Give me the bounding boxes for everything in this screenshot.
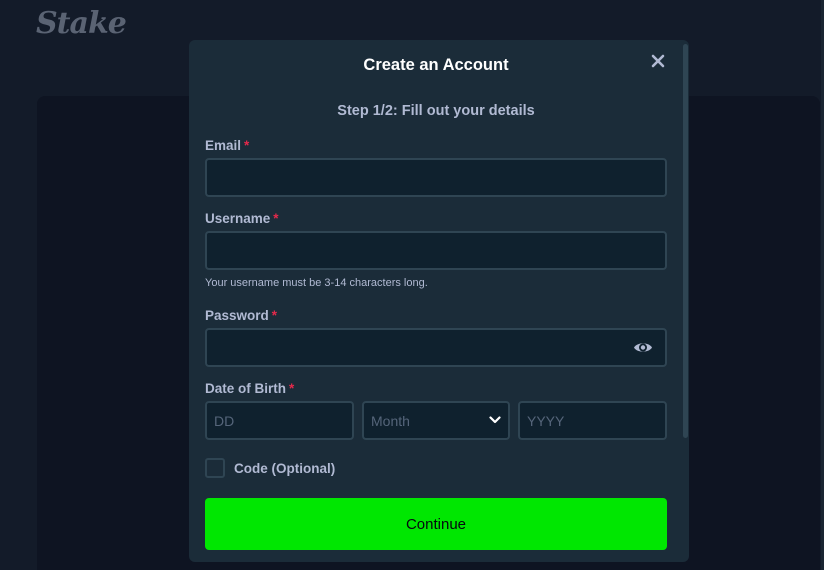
password-label-text: Password [205, 308, 269, 323]
toggle-password-visibility-button[interactable] [633, 340, 653, 355]
modal-title: Create an Account [363, 56, 509, 74]
eye-icon [634, 343, 652, 352]
required-mark: * [271, 308, 278, 323]
code-optional-row[interactable]: Code (Optional) [205, 458, 335, 478]
email-field-wrapper [205, 158, 667, 197]
dob-label: Date of Birth * [205, 381, 294, 396]
code-checkbox[interactable] [205, 458, 225, 478]
password-label: Password * [205, 308, 277, 323]
password-field-wrapper [205, 328, 667, 367]
dob-month-selected: Month [371, 413, 410, 429]
dob-month-select[interactable]: Month [362, 401, 510, 440]
username-input[interactable] [207, 233, 665, 268]
username-label: Username * [205, 211, 279, 226]
required-mark: * [289, 381, 295, 396]
code-label[interactable]: Code (Optional) [234, 461, 335, 476]
email-label: Email * [205, 138, 249, 153]
dob-year-input[interactable] [520, 403, 665, 438]
username-hint: Your username must be 3-14 characters lo… [205, 277, 428, 289]
page: Stake Create an Account Step 1/2: Fill o… [0, 0, 824, 570]
close-button[interactable] [650, 53, 666, 69]
dob-year-wrapper [518, 401, 667, 440]
step-indicator: Step 1/2: Fill out your details [337, 103, 535, 119]
chevron-down-icon [489, 416, 501, 424]
continue-button[interactable]: Continue [205, 498, 667, 550]
dob-day-wrapper [205, 401, 354, 440]
modal-scrollbar-thumb[interactable] [683, 44, 688, 438]
create-account-modal: Create an Account Step 1/2: Fill out you… [189, 40, 689, 562]
required-mark: * [244, 138, 250, 153]
email-input[interactable] [207, 160, 665, 195]
username-field-wrapper [205, 231, 667, 270]
email-label-text: Email [205, 138, 242, 153]
modal-scrollbar[interactable] [682, 40, 689, 562]
required-mark: * [273, 211, 279, 226]
password-input[interactable] [207, 330, 665, 365]
close-icon [651, 54, 665, 68]
stake-logo[interactable]: Stake [36, 6, 127, 41]
dob-label-text: Date of Birth [205, 381, 286, 396]
dob-day-input[interactable] [207, 403, 352, 438]
username-label-text: Username [205, 211, 271, 226]
